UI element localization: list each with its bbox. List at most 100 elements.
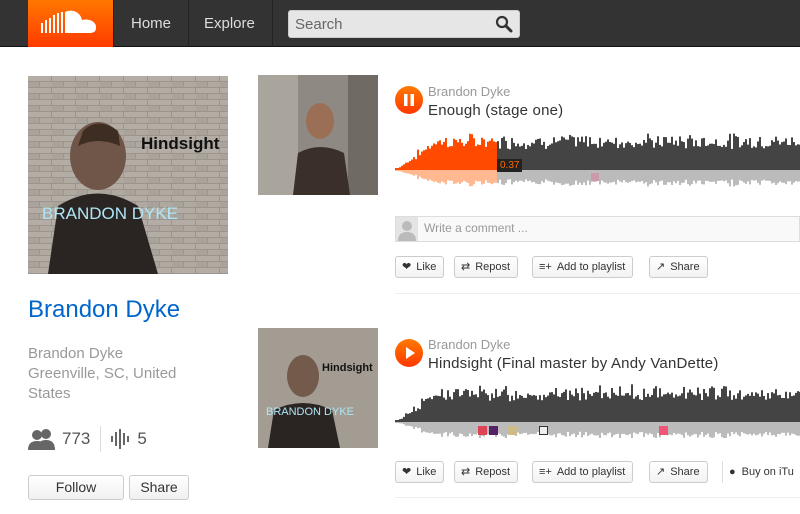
like-button[interactable]: ❤ Like	[395, 461, 445, 483]
nav-home[interactable]: Home	[113, 0, 190, 47]
waveform-bar	[697, 146, 699, 170]
share-button[interactable]: ↗ Share	[649, 256, 708, 278]
comment-avatar-marker[interactable]	[591, 173, 599, 181]
waveform-reflection	[411, 422, 413, 427]
waveform-bar	[541, 400, 543, 422]
share-button[interactable]: ↗ Share	[649, 461, 708, 483]
tracks-count: 5	[137, 429, 147, 448]
search-input[interactable]	[289, 11, 479, 37]
waveform-bar	[491, 393, 493, 422]
waveform-bar	[533, 395, 535, 422]
waveform-bar	[635, 142, 637, 170]
track-title[interactable]: Enough (stage one)	[428, 102, 563, 119]
waveform[interactable]	[395, 380, 800, 438]
play-icon	[406, 347, 415, 359]
waveform-bar	[411, 412, 413, 422]
waveform-reflection	[737, 422, 739, 435]
waveform-reflection	[769, 170, 771, 181]
waveform-reflection	[627, 170, 629, 183]
waveform-bar	[503, 389, 505, 422]
comment-avatar-marker[interactable]	[478, 426, 487, 435]
comment-avatar-marker[interactable]	[489, 426, 498, 435]
waveform-reflection	[409, 170, 411, 175]
waveform-bar	[561, 393, 563, 422]
comment-avatar-marker[interactable]	[508, 426, 517, 435]
waveform-reflection	[683, 422, 685, 438]
waveform-bar	[735, 136, 737, 170]
waveform-reflection	[693, 422, 695, 435]
waveform-reflection	[573, 422, 575, 434]
add-to-playlist-button[interactable]: ≡+ Add to playlist	[532, 256, 634, 278]
waveform-reflection	[533, 170, 535, 182]
comment-box	[395, 216, 800, 242]
like-label: Like	[416, 261, 437, 273]
search-icon[interactable]	[495, 15, 513, 33]
repost-button[interactable]: ⇄ Repost	[454, 256, 519, 278]
waveform-bar	[733, 133, 735, 170]
waveform-bar	[645, 396, 647, 422]
like-button[interactable]: ❤ Like	[395, 256, 445, 278]
buy-on-itunes-link[interactable]: ● Buy on iTu	[722, 461, 794, 483]
waveform-bar	[615, 137, 617, 170]
waveform-reflection	[435, 170, 437, 182]
track-title[interactable]: Hindsight (Final master by Andy VanDette…	[428, 355, 719, 372]
comment-avatar-marker[interactable]	[539, 426, 548, 435]
waveform-reflection	[677, 170, 679, 181]
waveform-reflection	[629, 170, 631, 183]
waveform-bar	[719, 145, 721, 170]
waveform-reflection	[559, 422, 561, 434]
waveform-reflection	[569, 170, 571, 186]
artist-cover-image[interactable]: Hindsight BRANDON DYKE	[28, 76, 228, 274]
waveform-reflection	[715, 422, 717, 433]
share-artist-button[interactable]: Share	[129, 475, 189, 500]
waveform-bar	[695, 140, 697, 170]
pause-button[interactable]	[395, 86, 423, 114]
waveform-reflection	[413, 422, 415, 429]
waveform-reflection	[791, 170, 793, 185]
repost-button[interactable]: ⇄ Repost	[454, 461, 519, 483]
waveform-bar	[727, 396, 729, 422]
waveform-bar	[691, 138, 693, 170]
waveform-bar	[745, 395, 747, 422]
followers-stat[interactable]: 773	[28, 428, 90, 450]
add-to-playlist-label: Add to playlist	[556, 466, 626, 478]
waveform-reflection	[623, 422, 625, 434]
waveform-bar	[753, 146, 755, 170]
waveform-bar	[469, 133, 471, 170]
follow-button[interactable]: Follow	[28, 475, 124, 500]
waveform-bar	[789, 392, 791, 422]
comment-input[interactable]	[424, 221, 774, 235]
track-artwork[interactable]	[258, 75, 378, 195]
waveform-reflection	[757, 422, 759, 435]
waveform-bar	[517, 398, 519, 422]
waveform-reflection	[763, 170, 765, 180]
play-button[interactable]	[395, 339, 423, 367]
track-username[interactable]: Brandon Dyke	[428, 337, 510, 352]
nav-explore[interactable]: Explore	[187, 0, 273, 47]
waveform-bar	[569, 134, 571, 170]
add-to-playlist-button[interactable]: ≡+ Add to playlist	[532, 461, 634, 483]
waveform-bar	[403, 164, 405, 170]
artist-name[interactable]: Brandon Dyke	[28, 296, 180, 324]
waveform-bar	[461, 395, 463, 422]
waveform-bar	[657, 397, 659, 422]
waveform-reflection	[487, 170, 489, 183]
waveform-bar	[553, 137, 555, 170]
waveform-reflection	[537, 170, 539, 184]
waveform-bar	[645, 142, 647, 170]
track-artwork[interactable]: Hindsight BRANDON DYKE	[258, 328, 378, 448]
waveform-bar	[785, 391, 787, 422]
waveform-reflection	[775, 170, 777, 185]
waveform-reflection	[639, 170, 641, 182]
waveform-reflection	[607, 422, 609, 434]
tracks-stat[interactable]: 5	[111, 429, 147, 449]
waveform-reflection	[723, 170, 725, 182]
comment-avatar-marker[interactable]	[659, 426, 668, 435]
track-username[interactable]: Brandon Dyke	[428, 84, 510, 99]
soundcloud-logo[interactable]	[28, 0, 113, 47]
waveform-bar	[633, 398, 635, 422]
waveform-reflection	[697, 170, 699, 181]
waveform-reflection	[565, 170, 567, 184]
waveform-reflection	[765, 170, 767, 181]
waveform-reflection	[791, 422, 793, 434]
